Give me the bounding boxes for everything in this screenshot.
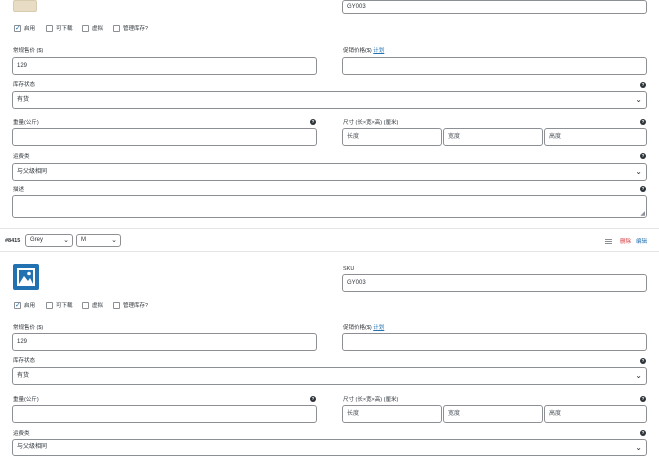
stock-status-label: 库存状态: [13, 82, 36, 88]
resize-handle-icon[interactable]: ◢: [640, 211, 645, 217]
help-icon[interactable]: ?: [640, 430, 646, 436]
description-label: 描述: [13, 187, 25, 193]
checkbox-label: 虚拟: [92, 26, 104, 32]
sku-input[interactable]: GY003: [342, 0, 647, 14]
variation-image-thumbnail[interactable]: [13, 0, 37, 12]
dimensions-label: 尺寸 (长×宽×高) (厘米): [343, 120, 399, 126]
variation-id: #8415: [5, 238, 21, 244]
checkbox-box[interactable]: [14, 24, 21, 32]
schedule-link[interactable]: 计划: [373, 48, 384, 54]
shipping-class-label: 运费类: [13, 431, 30, 437]
checkbox-label: 管理库存?: [123, 26, 149, 32]
height-input[interactable]: 高度: [544, 405, 647, 423]
help-icon[interactable]: ?: [640, 153, 646, 159]
sale-price-label: 促销价格($) 计划: [343, 48, 384, 55]
length-input[interactable]: 长度: [342, 405, 442, 423]
checkbox-box[interactable]: [14, 301, 21, 309]
stock-status-select[interactable]: 有货 ⌄: [12, 91, 647, 109]
sale-price-label-text: 促销价格($): [343, 48, 372, 54]
checkbox-box[interactable]: [82, 24, 89, 32]
checkbox-box[interactable]: [46, 24, 53, 32]
hamburger-icon[interactable]: [605, 239, 612, 244]
description-textarea[interactable]: ◢: [12, 195, 647, 218]
color-select[interactable]: Grey ⌄: [25, 234, 73, 247]
manage-stock-checkbox[interactable]: 管理库存?: [113, 301, 148, 309]
chevron-down-icon: ⌄: [635, 167, 642, 176]
chevron-down-icon: ⌄: [635, 443, 642, 452]
virtual-checkbox[interactable]: 虚拟: [82, 301, 103, 309]
shipping-class-value: 与父级相同: [17, 444, 48, 450]
remove-link[interactable]: 删除: [620, 237, 631, 245]
regular-price-input[interactable]: 129: [12, 333, 317, 351]
weight-input[interactable]: [12, 405, 317, 423]
chevron-down-icon: ⌄: [111, 237, 117, 244]
help-icon[interactable]: ?: [640, 396, 646, 402]
size-select[interactable]: M ⌄: [76, 234, 121, 247]
sku-label: SKU: [343, 266, 355, 272]
stock-status-label: 库存状态: [13, 358, 36, 364]
help-icon[interactable]: ?: [640, 358, 646, 364]
shipping-class-select[interactable]: 与父级相同 ⌄: [12, 163, 647, 181]
checkbox-label: 虚拟: [92, 303, 104, 309]
help-icon[interactable]: ?: [640, 119, 646, 125]
chevron-down-icon: ⌄: [635, 371, 642, 380]
help-icon[interactable]: ?: [640, 186, 646, 192]
checkbox-label: 可下载: [56, 26, 73, 32]
checkbox-label: 启用: [24, 26, 36, 32]
width-input[interactable]: 宽度: [443, 405, 543, 423]
stock-status-select[interactable]: 有货 ⌄: [12, 367, 647, 385]
checkbox-label: 管理库存?: [123, 303, 149, 309]
checkbox-box[interactable]: [46, 301, 53, 309]
regular-price-label: 常规售价 ($): [13, 48, 44, 54]
sale-price-input[interactable]: [342, 333, 647, 351]
help-icon[interactable]: ?: [310, 396, 316, 402]
stock-status-value: 有货: [17, 97, 30, 103]
sale-price-label-text: 促销价格($): [343, 325, 372, 331]
stock-status-value: 有货: [17, 373, 30, 379]
help-icon[interactable]: ?: [640, 82, 646, 88]
shipping-class-value: 与父级相同: [17, 169, 48, 175]
shipping-class-label: 运费类: [13, 154, 30, 160]
downloadable-checkbox[interactable]: 可下载: [46, 24, 73, 32]
virtual-checkbox[interactable]: 虚拟: [82, 24, 103, 32]
enabled-checkbox[interactable]: 启用: [14, 24, 35, 32]
sale-price-label: 促销价格($) 计划: [343, 325, 384, 332]
size-value: M: [81, 237, 86, 243]
manage-stock-checkbox[interactable]: 管理库存?: [113, 24, 148, 32]
dimensions-label: 尺寸 (长×宽×高) (厘米): [343, 397, 399, 403]
width-input[interactable]: 宽度: [443, 128, 543, 146]
height-input[interactable]: 高度: [544, 128, 647, 146]
regular-price-input[interactable]: 129: [12, 57, 317, 75]
downloadable-checkbox[interactable]: 可下载: [46, 301, 73, 309]
sku-input[interactable]: GY003: [342, 274, 647, 292]
checkbox-box[interactable]: [113, 301, 120, 309]
divider: [0, 251, 659, 252]
edit-link[interactable]: 编辑: [636, 237, 647, 245]
weight-label: 重量(公斤): [13, 397, 39, 403]
checkbox-box[interactable]: [82, 301, 89, 309]
sale-price-input[interactable]: [342, 57, 647, 75]
length-input[interactable]: 长度: [342, 128, 442, 146]
shipping-class-select[interactable]: 与父级相同 ⌄: [12, 439, 647, 456]
regular-price-label: 常规售价 ($): [13, 325, 44, 331]
chevron-down-icon: ⌄: [635, 95, 642, 104]
weight-input[interactable]: [12, 128, 317, 146]
chevron-down-icon: ⌄: [63, 237, 69, 244]
color-value: Grey: [30, 237, 44, 243]
help-icon[interactable]: ?: [310, 119, 316, 125]
schedule-link[interactable]: 计划: [373, 325, 384, 331]
weight-label: 重量(公斤): [13, 120, 39, 126]
checkbox-label: 启用: [24, 303, 36, 309]
divider: [0, 228, 659, 229]
image-placeholder-icon[interactable]: [13, 264, 39, 290]
checkbox-box[interactable]: [113, 24, 120, 32]
checkbox-label: 可下载: [56, 303, 73, 309]
enabled-checkbox[interactable]: 启用: [14, 301, 35, 309]
